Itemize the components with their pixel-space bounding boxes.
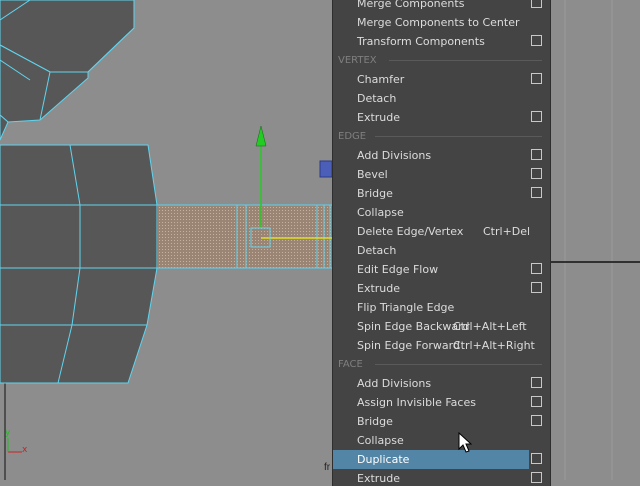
menu-item-chamfer[interactable]: Chamfer	[333, 70, 550, 89]
menu-section-vertex: VERTEX	[333, 51, 550, 70]
menu-item-label: Edit Edge Flow	[357, 263, 439, 276]
menu-item-detach[interactable]: Detach	[333, 241, 550, 260]
menu-item-transform-components[interactable]: Transform Components	[333, 32, 550, 51]
blue-handle[interactable]	[319, 160, 333, 178]
grid-lines	[564, 0, 613, 480]
option-box-icon[interactable]	[531, 282, 542, 293]
menu-item-label: Collapse	[357, 434, 404, 447]
menu-item-label: Merge Components	[357, 0, 465, 10]
menu-item-spin-edge-backward[interactable]: Spin Edge Backward Ctrl+Alt+Left	[333, 317, 550, 336]
menu-item-shortcut: Ctrl+Alt+Right	[453, 339, 535, 352]
menu-item-label: Detach	[357, 244, 397, 257]
menu-item-spin-edge-forward[interactable]: Spin Edge Forward Ctrl+Alt+Right	[333, 336, 550, 355]
menu-item-extrude[interactable]: Extrude	[333, 279, 550, 298]
section-title: VERTEX	[338, 55, 377, 66]
option-box-icon[interactable]	[531, 35, 542, 46]
option-box-icon[interactable]	[531, 415, 542, 426]
selected-faces[interactable]	[157, 204, 332, 269]
menu-item-label: Transform Components	[357, 35, 485, 48]
section-divider	[375, 364, 542, 365]
axis-gizmo-icon	[7, 438, 22, 453]
menu-item-label: Extrude	[357, 111, 401, 124]
option-box-icon[interactable]	[531, 377, 542, 388]
menu-item-merge-components[interactable]: Merge Components	[333, 0, 550, 13]
menu-item-label: Extrude	[357, 472, 401, 485]
menu-item-label: Add Divisions	[357, 149, 432, 162]
menu-item-label: Collapse	[357, 206, 404, 219]
menu-item-delete-edge-vertex[interactable]: Delete Edge/Vertex Ctrl+Del	[333, 222, 550, 241]
menu-item-label: Delete Edge/Vertex	[357, 225, 464, 238]
menu-item-shortcut: Ctrl+Del	[483, 225, 531, 238]
menu-item-duplicate[interactable]: Duplicate	[333, 450, 550, 469]
menu-item-collapse[interactable]: Collapse	[333, 431, 550, 450]
option-box-icon[interactable]	[531, 472, 542, 483]
menu-item-detach[interactable]: Detach	[333, 89, 550, 108]
menu-item-label: Detach	[357, 92, 397, 105]
axis-y-label: y	[5, 428, 11, 438]
option-box-icon[interactable]	[531, 396, 542, 407]
option-box-icon[interactable]	[531, 168, 542, 179]
menu-item-label: Add Divisions	[357, 377, 432, 390]
axis-x-label: x	[22, 445, 28, 455]
menu-item-label: Duplicate	[357, 453, 410, 466]
option-box-icon[interactable]	[531, 0, 542, 8]
menu-section-edge: EDGE	[333, 127, 550, 146]
option-box-icon[interactable]	[531, 111, 542, 122]
section-divider	[389, 60, 542, 61]
menu-item-label: Chamfer	[357, 73, 405, 86]
section-title: FACE	[338, 359, 363, 370]
menu-item-label: Flip Triangle Edge	[357, 301, 455, 314]
menu-item-label: Bridge	[357, 187, 393, 200]
option-box-icon[interactable]	[531, 73, 542, 84]
menu-item-add-divisions[interactable]: Add Divisions	[333, 146, 550, 165]
option-box-icon[interactable]	[531, 263, 542, 274]
menu-item-label: Extrude	[357, 282, 401, 295]
menu-item-label: Spin Edge Forward	[357, 339, 460, 352]
option-box-icon[interactable]	[531, 453, 542, 464]
menu-item-bridge[interactable]: Bridge	[333, 184, 550, 203]
menu-item-edit-edge-flow[interactable]: Edit Edge Flow	[333, 260, 550, 279]
menu-item-extrude[interactable]: Extrude	[333, 469, 550, 486]
menu-item-extrude[interactable]: Extrude	[333, 108, 550, 127]
menu-item-add-divisions[interactable]: Add Divisions	[333, 374, 550, 393]
mesh-upper-arm[interactable]	[0, 0, 135, 141]
menu-item-assign-invisible-faces[interactable]: Assign Invisible Faces	[333, 393, 550, 412]
context-menu[interactable]: Merge Components Merge Components to Cent…	[332, 0, 551, 486]
menu-item-bridge[interactable]: Bridge	[333, 412, 550, 431]
option-box-icon[interactable]	[531, 149, 542, 160]
menu-item-flip-triangle-edge[interactable]: Flip Triangle Edge	[333, 298, 550, 317]
menu-section-face: FACE	[333, 355, 550, 374]
viewport-text: fr	[324, 462, 331, 473]
option-box-icon[interactable]	[531, 187, 542, 198]
menu-item-label: Merge Components to Center	[357, 16, 520, 29]
section-title: EDGE	[338, 131, 367, 142]
mouse-cursor-icon	[458, 432, 472, 453]
menu-item-label: Bevel	[357, 168, 388, 181]
menu-item-label: Bridge	[357, 415, 393, 428]
mesh-body[interactable]	[0, 144, 158, 384]
menu-item-shortcut: Ctrl+Alt+Left	[453, 320, 527, 333]
menu-item-label: Assign Invisible Faces	[357, 396, 476, 409]
menu-item-bevel[interactable]: Bevel	[333, 165, 550, 184]
menu-item-collapse[interactable]: Collapse	[333, 203, 550, 222]
menu-item-merge-components-to-center[interactable]: Merge Components to Center	[333, 13, 550, 32]
section-divider	[375, 136, 542, 137]
